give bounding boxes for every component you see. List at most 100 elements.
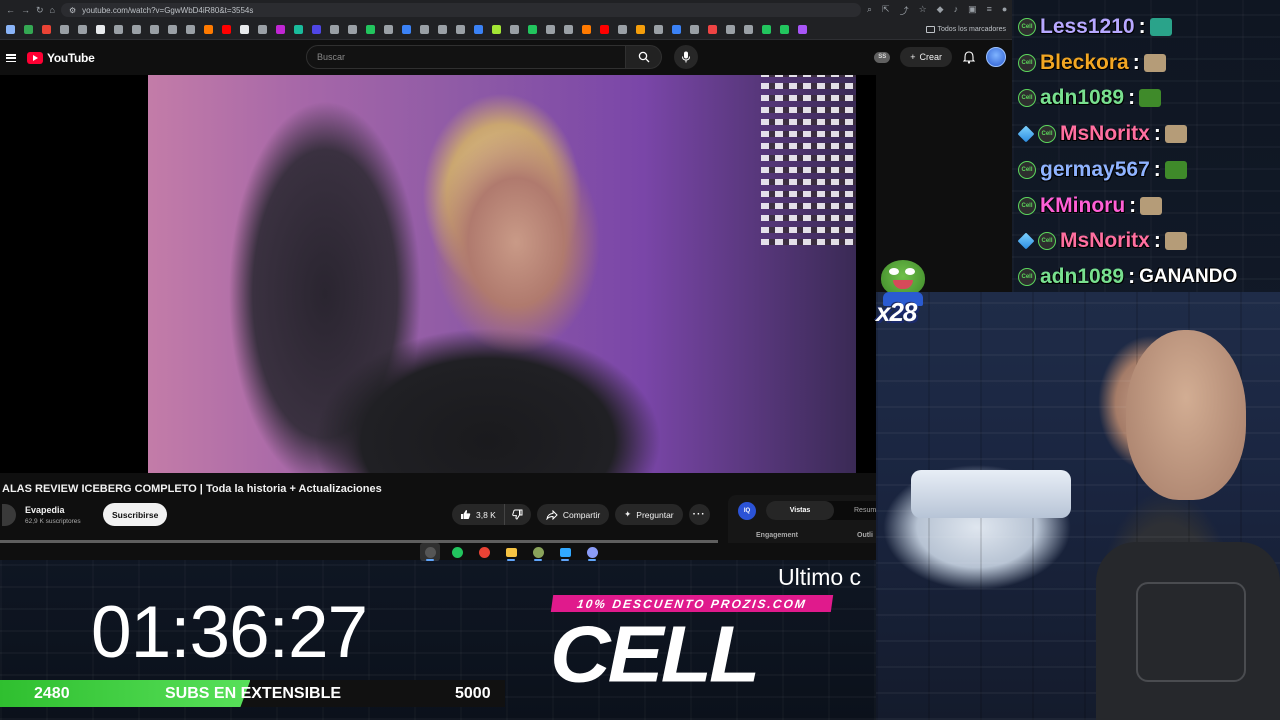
- bookmark-icon[interactable]: [636, 25, 645, 34]
- bookmark-icon[interactable]: [222, 25, 231, 34]
- taskbar-tool-button[interactable]: [528, 543, 548, 561]
- omnibox[interactable]: ⚙ youtube.com/watch?v=GgwWbD4iR80&t=3554…: [60, 3, 861, 17]
- bookmark-icon[interactable]: [618, 25, 627, 34]
- bookmark-icon[interactable]: [438, 25, 447, 34]
- ss-badge[interactable]: SS: [874, 51, 891, 63]
- search-input[interactable]: Buscar: [306, 45, 626, 69]
- share-page-icon[interactable]: ⤴: [900, 4, 909, 17]
- share-button[interactable]: Compartir: [536, 504, 610, 525]
- bookmark-icon[interactable]: [798, 25, 807, 34]
- bookmark-icon[interactable]: [456, 25, 465, 34]
- bookmark-icon[interactable]: [384, 25, 393, 34]
- stream-timer: 01:36:27: [91, 592, 368, 673]
- menu-icon[interactable]: [6, 54, 16, 62]
- subs-progress-bar: 2480 SUBS EN EXTENSIBLE 5000: [0, 680, 505, 707]
- bookmark-icon[interactable]: [330, 25, 339, 34]
- running-indicator: [561, 559, 569, 561]
- bookmark-icon[interactable]: [276, 25, 285, 34]
- install-icon[interactable]: ⇱: [882, 4, 890, 17]
- bookmark-icon[interactable]: [168, 25, 177, 34]
- taskbar-game-button[interactable]: [447, 543, 467, 561]
- bookmark-icon[interactable]: [186, 25, 195, 34]
- forward-icon[interactable]: →: [21, 5, 30, 15]
- bookmark-icon[interactable]: [6, 25, 15, 34]
- extensions-puzzle-icon[interactable]: ▣: [968, 4, 977, 17]
- bookmark-icon[interactable]: [258, 25, 267, 34]
- bookmark-icon[interactable]: [150, 25, 159, 34]
- video-player[interactable]: [0, 75, 876, 473]
- bookmark-star-icon[interactable]: ☆: [919, 4, 927, 17]
- media-icon[interactable]: ≡: [987, 4, 992, 17]
- chat-message: Cell KMinoru:: [1018, 192, 1163, 220]
- like-button[interactable]: 3,8 K: [452, 504, 505, 525]
- bookmark-icon[interactable]: [528, 25, 537, 34]
- account-avatar[interactable]: [986, 47, 1006, 67]
- taskbar-discord-button[interactable]: [582, 543, 602, 561]
- ask-button[interactable]: ✦ Preguntar: [615, 504, 683, 525]
- bookmark-icon[interactable]: [420, 25, 429, 34]
- site-info-icon[interactable]: ⚙: [69, 6, 76, 15]
- bookmark-icon[interactable]: [726, 25, 735, 34]
- bookmark-icon[interactable]: [78, 25, 87, 34]
- back-icon[interactable]: ←: [6, 5, 15, 15]
- bookmark-icon[interactable]: [780, 25, 789, 34]
- bookmark-icon[interactable]: [546, 25, 555, 34]
- more-actions-button[interactable]: ···: [688, 504, 710, 525]
- bookmark-icon[interactable]: [510, 25, 519, 34]
- bookmark-icon[interactable]: [366, 25, 375, 34]
- bookmark-icon[interactable]: [672, 25, 681, 34]
- bookmark-icon[interactable]: [762, 25, 771, 34]
- bookmark-icon[interactable]: [96, 25, 105, 34]
- profile-icon[interactable]: ●: [1002, 4, 1007, 17]
- taskbar-photoshop-button[interactable]: [555, 543, 575, 561]
- taskbar-obs-button[interactable]: [420, 543, 440, 561]
- address-bar-row: ← → ↻ ⌂ ⚙ youtube.com/watch?v=GgwWbD4iR8…: [0, 0, 1012, 20]
- dislike-button[interactable]: [505, 504, 531, 525]
- all-bookmarks-label: Todos los marcadores: [937, 26, 1006, 33]
- notifications-button[interactable]: [962, 50, 976, 64]
- bookmark-icon[interactable]: [654, 25, 663, 34]
- video-frame[interactable]: [148, 75, 856, 473]
- bookmark-icon[interactable]: [60, 25, 69, 34]
- bookmark-icon[interactable]: [564, 25, 573, 34]
- bookmark-icon[interactable]: [492, 25, 501, 34]
- bookmark-icon[interactable]: [42, 25, 51, 34]
- bookmark-icon[interactable]: [744, 25, 753, 34]
- home-icon[interactable]: ⌂: [50, 5, 55, 15]
- bookmark-icon[interactable]: [600, 25, 609, 34]
- subscribe-button[interactable]: Suscribirse: [103, 503, 168, 526]
- bookmark-icon[interactable]: [402, 25, 411, 34]
- ultimo-ticker: Ultimo c: [778, 564, 862, 590]
- bookmark-icon[interactable]: [24, 25, 33, 34]
- youtube-logo[interactable]: YouTube: [27, 51, 95, 65]
- taskbar-chrome-button[interactable]: [474, 543, 494, 561]
- bookmark-icon[interactable]: [690, 25, 699, 34]
- taskbar-folder-button[interactable]: [501, 543, 521, 561]
- tab-vistas[interactable]: Vistas: [766, 501, 834, 520]
- bookmark-icon[interactable]: [348, 25, 357, 34]
- bookmark-icon[interactable]: [312, 25, 321, 34]
- bookmark-icon[interactable]: [132, 25, 141, 34]
- voice-search-button[interactable]: [674, 45, 698, 69]
- bookmark-icon[interactable]: [240, 25, 249, 34]
- browser-window: ← → ↻ ⌂ ⚙ youtube.com/watch?v=GgwWbD4iR8…: [0, 0, 1012, 560]
- bookmark-icon[interactable]: [474, 25, 483, 34]
- analytics-extension-icon[interactable]: IQ: [738, 502, 756, 520]
- browser-toolbar-icons: ⌕ ⇱ ⤴ ☆ ◆ ♪ ▣ ≡ ●: [867, 4, 1007, 17]
- folder-icon: [505, 547, 517, 557]
- bookmark-icon[interactable]: [708, 25, 717, 34]
- channel-name[interactable]: Evapedia: [25, 505, 65, 515]
- bookmark-icon[interactable]: [204, 25, 213, 34]
- reload-icon[interactable]: ↻: [36, 5, 44, 16]
- tab-resumen[interactable]: Resum: [854, 501, 876, 520]
- zoom-icon[interactable]: ⌕: [867, 4, 872, 17]
- bookmark-icon[interactable]: [582, 25, 591, 34]
- bookmark-icon[interactable]: [114, 25, 123, 34]
- search-button[interactable]: [626, 45, 662, 69]
- bookmark-icon[interactable]: [294, 25, 303, 34]
- extension-icon[interactable]: ◆: [937, 4, 944, 17]
- channel-avatar[interactable]: [2, 504, 16, 526]
- all-bookmarks-folder[interactable]: Todos los marcadores: [925, 26, 1006, 33]
- audio-icon[interactable]: ♪: [954, 4, 959, 17]
- create-button[interactable]: + Crear: [900, 47, 952, 67]
